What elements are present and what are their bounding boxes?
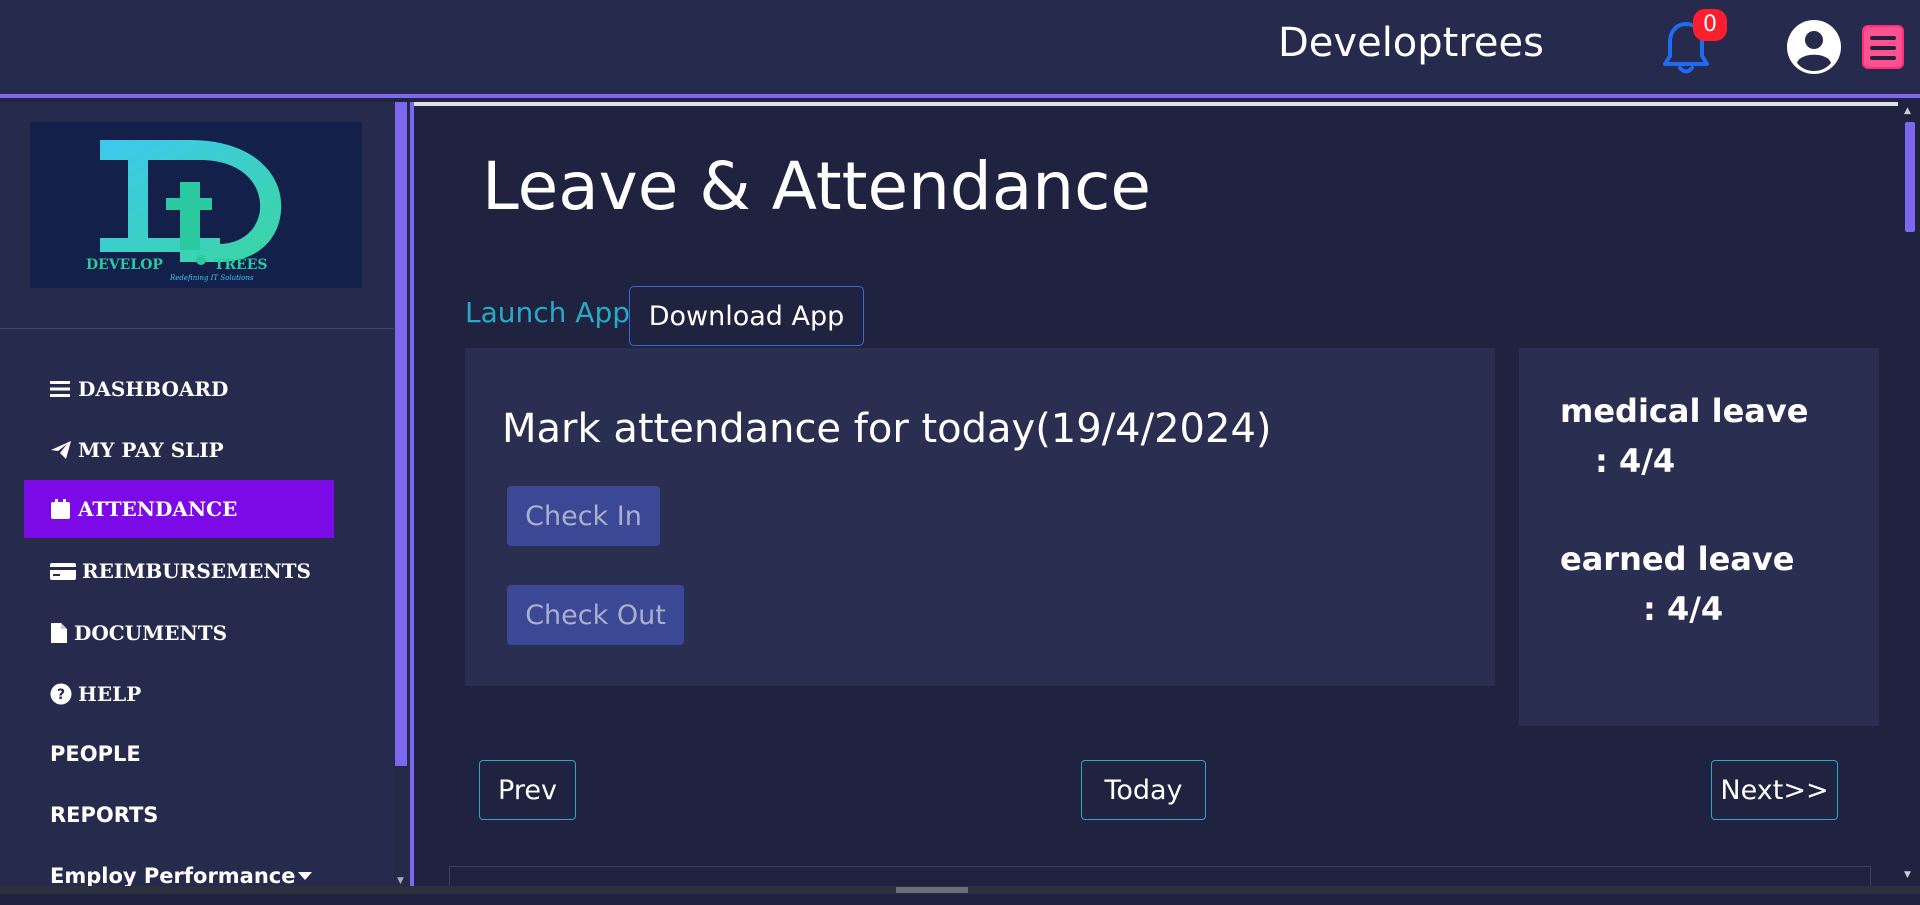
credit-card-icon: [50, 563, 76, 580]
sidebar-scroll-thumb[interactable]: [395, 102, 407, 766]
main-scrollbar[interactable]: ▲ ▼: [1898, 102, 1920, 894]
svg-text:?: ?: [57, 687, 65, 703]
sidebar-item-label: DASHBOARD: [78, 377, 229, 401]
scroll-down-arrow-icon[interactable]: ▼: [397, 876, 404, 886]
sidebar-item-people[interactable]: PEOPLE: [24, 725, 334, 783]
logo-word-trees: TREES: [214, 257, 268, 273]
check-in-button[interactable]: Check In: [507, 486, 660, 546]
horizontal-scroll-thumb[interactable]: [896, 887, 968, 893]
caret-down-icon: [297, 872, 312, 880]
sidebar-item-help[interactable]: ? HELP: [24, 665, 334, 723]
paper-plane-icon: [51, 441, 71, 459]
sidebar-item-label: ATTENDANCE: [78, 497, 238, 521]
top-bar: Developtrees 0: [0, 0, 1920, 98]
sidebar-item-label: DOCUMENTS: [74, 621, 228, 645]
scroll-up-arrow-icon[interactable]: ▲: [1904, 106, 1911, 116]
main-scroll-thumb[interactable]: [1905, 122, 1915, 232]
check-out-button[interactable]: Check Out: [507, 585, 684, 645]
sidebar-item-employ-performance[interactable]: Employ Performance: [24, 847, 334, 905]
earned-leave-label: earned leave: [1560, 540, 1795, 578]
notification-badge: 0: [1693, 9, 1727, 41]
question-circle-icon: ?: [50, 683, 72, 705]
sidebar-item-reports[interactable]: REPORTS: [24, 786, 334, 844]
sidebar-divider: [0, 328, 394, 329]
user-circle-icon[interactable]: [1786, 19, 1842, 75]
bars-icon: [50, 381, 70, 397]
earned-leave-value: : 4/4: [1643, 590, 1724, 628]
sidebar-item-label: HELP: [78, 682, 142, 706]
medical-leave-value: : 4/4: [1595, 442, 1676, 480]
sidebar-scrollbar[interactable]: ▼: [394, 102, 410, 894]
sidebar-item-label: PEOPLE: [50, 742, 141, 766]
today-button[interactable]: Today: [1081, 760, 1206, 820]
hamburger-menu-icon[interactable]: [1862, 25, 1904, 69]
sidebar-item-dashboard[interactable]: DASHBOARD: [24, 360, 334, 418]
sidebar: DEVELOP TREES Redefining IT Solutions DA…: [0, 102, 394, 894]
sidebar-item-label: Employ Performance: [50, 864, 296, 888]
logo-tagline: Redefining IT Solutions: [169, 274, 254, 282]
sidebar-item-reimbursements[interactable]: REIMBURSEMENTS: [24, 542, 334, 600]
download-app-button[interactable]: Download App: [629, 286, 864, 346]
sidebar-item-attendance[interactable]: ATTENDANCE: [24, 480, 334, 538]
scroll-down-arrow-icon[interactable]: ▼: [1904, 870, 1911, 880]
brand-title: Developtrees: [1278, 20, 1544, 66]
company-logo[interactable]: DEVELOP TREES Redefining IT Solutions: [30, 122, 362, 288]
launch-app-link[interactable]: Launch App: [465, 296, 630, 329]
sidebar-item-documents[interactable]: DOCUMENTS: [24, 604, 334, 662]
attendance-title: Mark attendance for today(19/4/2024): [502, 406, 1272, 452]
calendar-icon: [51, 499, 70, 519]
next-button[interactable]: Next>>: [1711, 760, 1838, 820]
sidebar-item-label: REPORTS: [50, 803, 159, 827]
logo-word-develop: DEVELOP: [86, 257, 163, 273]
sidebar-item-label: MY PAY SLIP: [78, 438, 224, 462]
medical-leave-label: medical leave: [1560, 392, 1809, 430]
horizontal-scrollbar[interactable]: [0, 886, 1920, 894]
file-icon: [51, 623, 67, 643]
prev-button[interactable]: Prev: [479, 760, 576, 820]
sidebar-item-label: REIMBURSEMENTS: [82, 559, 312, 583]
sidebar-item-pay-slip[interactable]: MY PAY SLIP: [24, 421, 334, 479]
page-title: Leave & Attendance: [482, 148, 1151, 225]
